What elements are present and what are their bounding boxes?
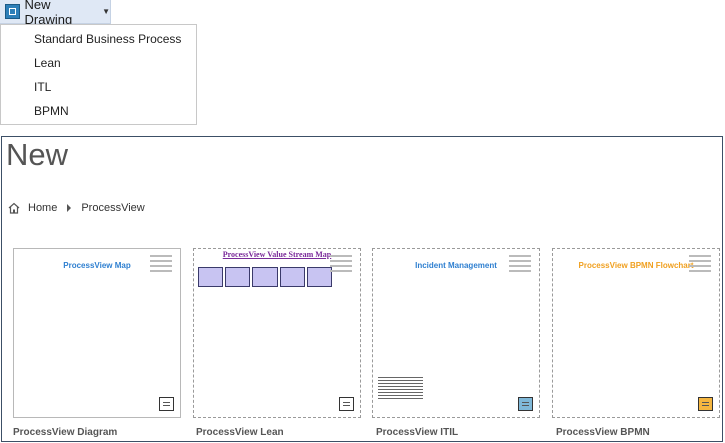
breadcrumb: Home ProcessView [8, 202, 145, 214]
thumb-shape [698, 397, 713, 411]
menu-item-bpmn[interactable]: BPMN [1, 99, 196, 123]
template-label-itil[interactable]: ProcessView ITIL [376, 427, 458, 438]
template-card-lean[interactable]: ProcessView Value Stream Map [193, 248, 361, 418]
template-label-lean[interactable]: ProcessView Lean [196, 427, 284, 438]
template-card-bpmn[interactable]: ProcessView BPMN Flowchart [552, 248, 720, 418]
template-card-itil[interactable]: Incident Management [372, 248, 540, 418]
new-drawing-button[interactable]: New Drawing ▼ [0, 0, 111, 27]
page-title: New [6, 137, 69, 172]
thumb-value-stream-grid [198, 267, 333, 287]
menu-item-standard-business-process[interactable]: Standard Business Process [1, 27, 196, 51]
thumb-shape [518, 397, 533, 411]
breadcrumb-home[interactable]: Home [28, 202, 57, 214]
drawing-app-icon [5, 4, 20, 19]
thumb-text-block [378, 377, 423, 401]
menu-item-itl[interactable]: ITL [1, 75, 196, 99]
home-icon[interactable] [8, 202, 20, 214]
chevron-right-icon [67, 204, 72, 212]
new-drawing-menu: Standard Business Process Lean ITL BPMN [0, 24, 197, 125]
thumb-legend [689, 255, 711, 275]
chevron-down-icon: ▼ [102, 7, 110, 16]
thumb-legend [150, 255, 172, 275]
thumb-shape [159, 397, 174, 411]
thumb-legend [330, 255, 352, 275]
breadcrumb-processview[interactable]: ProcessView [81, 202, 144, 214]
thumb-shape [339, 397, 354, 411]
template-label-bpmn[interactable]: ProcessView BPMN [556, 427, 650, 438]
menu-item-lean[interactable]: Lean [1, 51, 196, 75]
template-label-diagram[interactable]: ProcessView Diagram [13, 427, 117, 438]
new-drawing-label: New Drawing [24, 0, 73, 27]
template-card-diagram[interactable]: ProcessView Map [13, 248, 181, 418]
new-panel: New Home ProcessView ProcessView Map Pro… [1, 136, 723, 442]
thumb-legend [509, 255, 531, 275]
